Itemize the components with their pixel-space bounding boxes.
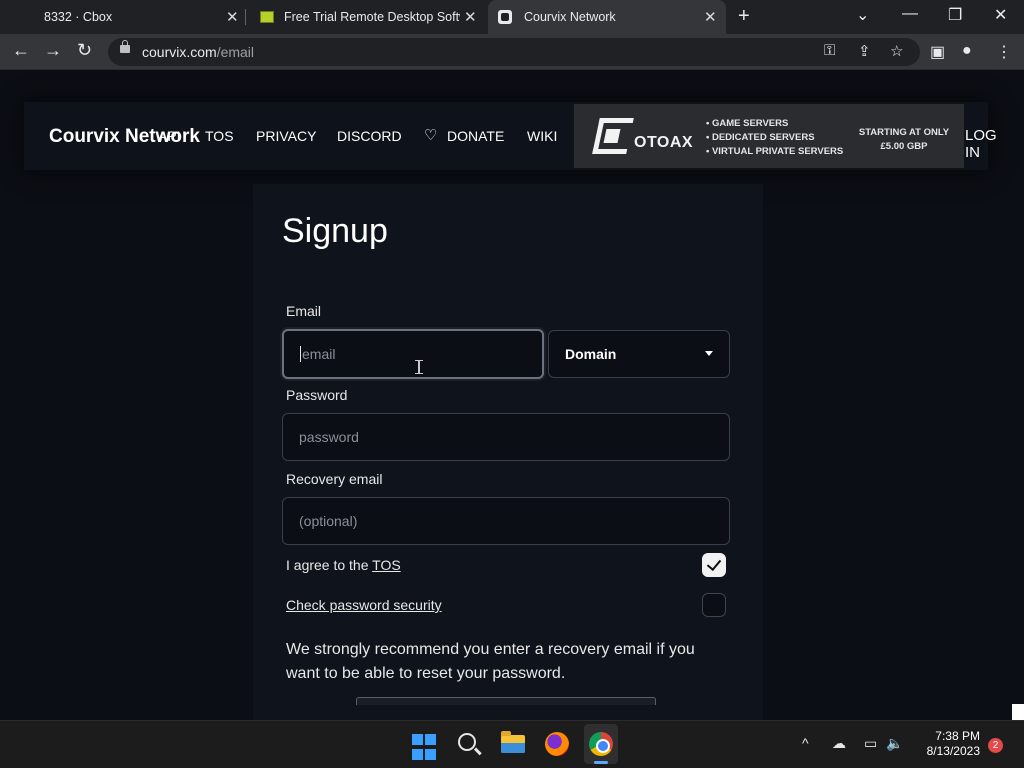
- window-close-button[interactable]: ✕: [994, 5, 1007, 25]
- side-panel-icon[interactable]: ▣: [930, 42, 945, 62]
- back-arrow-icon[interactable]: ←: [12, 40, 30, 61]
- volume-icon[interactable]: 🔈: [886, 735, 903, 752]
- recovery-email-input[interactable]: (optional): [282, 497, 730, 545]
- taskbar-clock[interactable]: 7:38 PM 8/13/2023: [916, 729, 980, 759]
- reload-icon[interactable]: ↻: [77, 40, 92, 61]
- banner-service: • DEDICATED SERVERS: [706, 132, 815, 143]
- password-security-checkbox[interactable]: [702, 593, 726, 617]
- scroll-indicator: [1012, 704, 1024, 720]
- tab-favicon-icon: [260, 11, 274, 23]
- file-explorer-icon[interactable]: [500, 731, 528, 759]
- tab-title: Free Trial Remote Desktop Softw: [284, 10, 460, 24]
- nav-discord[interactable]: DISCORD: [337, 128, 402, 144]
- tab-separator: [245, 9, 246, 25]
- share-icon[interactable]: ⇪: [858, 42, 871, 60]
- tab-title: Courvix Network: [524, 10, 616, 24]
- nav-tos[interactable]: TOS: [205, 128, 234, 144]
- windows-taskbar: ^ ☁ ▭ 🔈 7:38 PM 8/13/2023 2: [0, 720, 1024, 768]
- browser-toolbar: ← → ↻ courvix.com/email ⚿ ⇪ ☆ ▣ ● ⋮: [0, 34, 1024, 70]
- recovery-email-placeholder: (optional): [299, 513, 358, 529]
- close-icon[interactable]: ✕: [464, 8, 477, 26]
- nav-donate[interactable]: DONATE: [447, 128, 504, 144]
- tab-search-dropdown-icon[interactable]: ⌄: [856, 5, 869, 25]
- recovery-email-label: Recovery email: [286, 471, 383, 487]
- text-caret: [300, 346, 301, 362]
- domain-select[interactable]: Domain: [548, 330, 730, 378]
- tos-agree-label: I agree to the TOS: [286, 557, 401, 573]
- tos-agree-text: I agree to the: [286, 557, 373, 573]
- browser-menu-icon[interactable]: ⋮: [996, 42, 1012, 62]
- clock-date: 8/13/2023: [926, 744, 980, 758]
- nav-api[interactable]: API: [158, 128, 181, 144]
- ibeam-cursor-icon: [415, 360, 423, 374]
- tab-favicon-icon: [498, 10, 512, 24]
- domain-select-value: Domain: [565, 346, 617, 362]
- banner-services: • GAME SERVERS • DEDICATED SERVERS • VIR…: [706, 117, 843, 159]
- check-password-security-link[interactable]: Check password security: [286, 597, 442, 613]
- chrome-icon[interactable]: [588, 731, 616, 759]
- close-icon[interactable]: ✕: [704, 8, 717, 26]
- tab-remote-desktop[interactable]: Free Trial Remote Desktop Softw ✕: [250, 0, 486, 34]
- email-placeholder: email: [302, 346, 336, 362]
- tos-link[interactable]: TOS: [372, 557, 401, 573]
- otoax-logo-icon: [592, 118, 634, 154]
- banner-price: STARTING AT ONLY £5.00 GBP: [854, 126, 954, 154]
- site-navbar: Courvix Network API TOS PRIVACY DISCORD …: [24, 102, 997, 170]
- banner-price-line: £5.00 GBP: [880, 141, 928, 152]
- banner-service: • VIRTUAL PRIVATE SERVERS: [706, 146, 844, 157]
- close-icon[interactable]: ✕: [226, 8, 239, 26]
- clock-time: 7:38 PM: [935, 729, 980, 743]
- tab-cbox[interactable]: 8332 · Cbox ✕: [8, 0, 244, 34]
- tray-overflow-chevron-icon[interactable]: ^: [802, 735, 809, 751]
- tos-checkbox[interactable]: [702, 553, 726, 577]
- search-icon[interactable]: [456, 731, 484, 759]
- browser-tab-strip: 8332 · Cbox ✕ Free Trial Remote Desktop …: [0, 0, 1024, 34]
- nav-login[interactable]: LOG IN: [965, 127, 997, 161]
- banner-logo-text: OTOAX: [634, 134, 694, 151]
- nav-privacy[interactable]: PRIVACY: [256, 128, 316, 144]
- lock-icon[interactable]: [120, 40, 130, 53]
- banner-service: • GAME SERVERS: [706, 118, 789, 129]
- password-placeholder: password: [299, 429, 359, 445]
- caret-down-icon: [705, 351, 713, 356]
- password-input[interactable]: password: [282, 413, 730, 461]
- email-label: Email: [286, 303, 322, 319]
- otoax-ad-banner[interactable]: OTOAX • GAME SERVERS • DEDICATED SERVERS…: [574, 104, 964, 168]
- password-label: Password: [286, 387, 348, 403]
- profile-icon[interactable]: ●: [962, 42, 972, 60]
- email-input[interactable]: email: [282, 329, 544, 379]
- address-bar[interactable]: courvix.com/email ⚿ ⇪ ☆: [108, 38, 920, 66]
- signup-card: Signup Email email Domain Password passw…: [253, 184, 763, 720]
- recovery-note: We strongly recommend you enter a recove…: [286, 641, 695, 682]
- url-text[interactable]: courvix.com/email: [142, 44, 254, 60]
- tab-title: 8332 · Cbox: [44, 10, 113, 24]
- banner-price-line: STARTING AT ONLY: [858, 127, 950, 138]
- minimize-button[interactable]: —: [902, 5, 918, 23]
- new-tab-button[interactable]: +: [738, 5, 750, 28]
- notification-badge[interactable]: 2: [988, 738, 1003, 753]
- tab-courvix-network[interactable]: Courvix Network ✕: [488, 0, 726, 34]
- web-page: Courvix Network API TOS PRIVACY DISCORD …: [0, 70, 1024, 720]
- signup-submit-button[interactable]: [356, 697, 656, 705]
- restore-button[interactable]: ❐: [948, 5, 962, 25]
- active-app-indicator: [594, 761, 608, 764]
- url-domain: courvix.com: [142, 44, 217, 60]
- key-icon[interactable]: ⚿: [824, 42, 835, 59]
- forward-arrow-icon[interactable]: →: [44, 40, 62, 61]
- firefox-icon[interactable]: [544, 731, 572, 759]
- heart-icon: ♡: [424, 127, 438, 144]
- onedrive-cloud-icon[interactable]: ☁: [832, 735, 846, 752]
- nav-wiki[interactable]: WIKI: [527, 128, 557, 144]
- start-windows-icon[interactable]: [412, 734, 440, 762]
- network-icon[interactable]: ▭: [864, 735, 877, 752]
- url-path: /email: [216, 44, 255, 60]
- page-title: Signup: [282, 212, 388, 250]
- bookmark-star-icon[interactable]: ☆: [890, 42, 903, 60]
